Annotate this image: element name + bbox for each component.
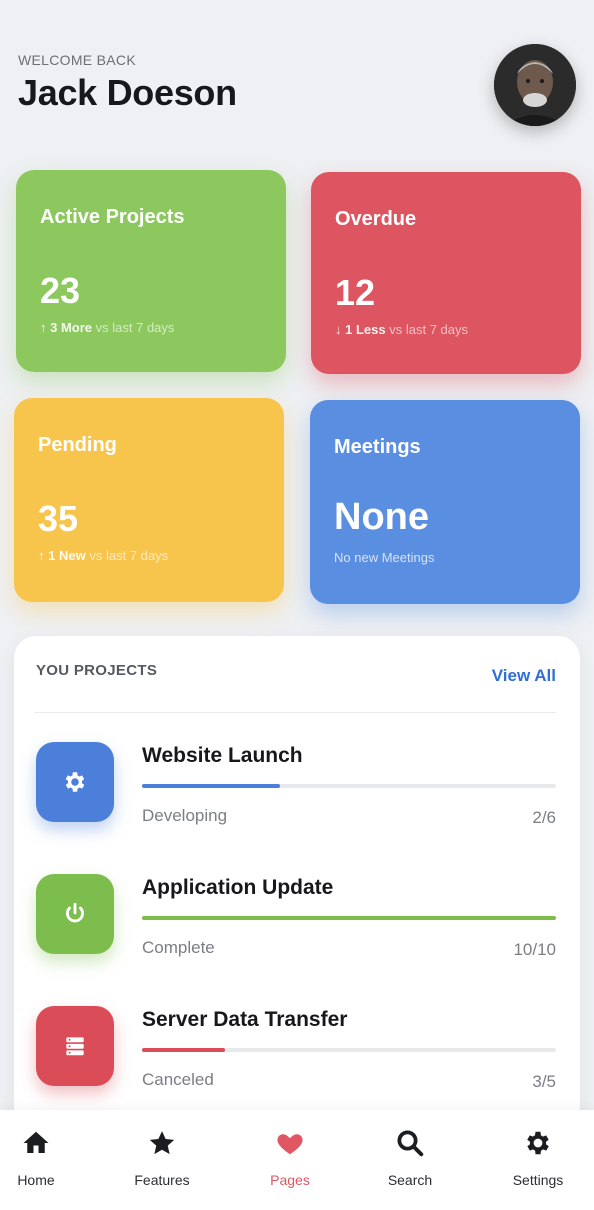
progress-track [142, 784, 556, 788]
projects-title: YOU PROJECTS [36, 662, 158, 679]
stat-suffix: vs last 7 days [389, 322, 468, 337]
welcome-label: WELCOME BACK [18, 52, 136, 68]
stat-note: No new Meetings [334, 550, 435, 565]
nav-label: Search [387, 1172, 433, 1188]
avatar[interactable] [494, 44, 576, 126]
project-count: 3/5 [532, 1072, 556, 1091]
project-item-application-update[interactable]: Application Update Complete 10/10 [36, 874, 556, 984]
search-icon [397, 1130, 424, 1157]
stat-title: Overdue [335, 208, 417, 230]
bottom-nav: Home Features Pages Search Settings [0, 1110, 594, 1210]
power-icon [66, 902, 84, 923]
stat-suffix: vs last 7 days [89, 548, 169, 563]
nav-item-home[interactable]: Home [0, 1128, 86, 1188]
stat-delta: 1 New [48, 548, 86, 563]
header: WELCOME BACK Jack Doeson [18, 44, 576, 132]
stat-delta: 1 Less [345, 322, 386, 337]
server-icon [66, 1037, 84, 1056]
user-name: Jack Doeson [18, 72, 237, 113]
project-status: Canceled [142, 1070, 214, 1089]
stat-value: 12 [335, 272, 376, 313]
progress-fill [142, 916, 556, 920]
gear-icon [65, 772, 85, 792]
project-status: Developing [142, 806, 228, 825]
nav-item-features[interactable]: Features [112, 1128, 212, 1188]
stat-value: 23 [40, 270, 81, 311]
nav-item-settings[interactable]: Settings [488, 1128, 588, 1188]
gear-icon [527, 1131, 549, 1155]
home-icon [23, 1131, 49, 1153]
project-item-website-launch[interactable]: Website Launch Developing 2/6 [36, 742, 556, 852]
nav-item-search[interactable]: Search [360, 1128, 460, 1188]
stat-trend: ↑ 3 More vs last 7 days [40, 320, 174, 335]
heart-icon [277, 1134, 303, 1155]
avatar-image [494, 44, 576, 126]
progress-fill [142, 784, 280, 788]
nav-label: Home [17, 1172, 55, 1188]
stat-card-meetings[interactable]: Meetings None No new Meetings [310, 400, 580, 604]
project-icon-tile [36, 742, 114, 822]
nav-label: Features [134, 1172, 190, 1188]
stat-trend: ↓ 1 Less vs last 7 days [335, 322, 468, 337]
stat-suffix: vs last 7 days [95, 320, 175, 335]
stat-title: Meetings [334, 436, 421, 458]
project-item-server-data-transfer[interactable]: Server Data Transfer Canceled 3/5 [36, 1006, 556, 1116]
project-icon-tile [36, 1006, 114, 1086]
arrow-up-icon: ↑ [38, 548, 45, 563]
stat-title: Active Projects [40, 206, 185, 228]
project-name: Server Data Transfer [142, 1008, 348, 1031]
stat-value: None [334, 496, 429, 538]
nav-item-pages[interactable]: Pages [240, 1128, 340, 1188]
nav-label: Settings [512, 1172, 564, 1188]
project-count: 2/6 [532, 808, 556, 827]
stat-card-overdue[interactable]: Overdue 12 ↓ 1 Less vs last 7 days [311, 172, 581, 374]
progress-track [142, 1048, 556, 1052]
projects-panel: YOU PROJECTS View All Website Launch Dev… [14, 636, 580, 1156]
divider [34, 712, 556, 713]
project-name: Website Launch [142, 744, 303, 767]
stat-trend: ↑ 1 New vs last 7 days [38, 548, 168, 563]
project-count: 10/10 [513, 940, 556, 959]
arrow-up-icon: ↑ [40, 320, 47, 335]
project-name: Application Update [142, 876, 334, 899]
nav-label: Pages [270, 1172, 310, 1188]
dashboard-page: WELCOME BACK Jack Doeson Active Projects… [0, 0, 594, 1210]
stat-value: 35 [38, 498, 79, 539]
stat-delta: 3 More [50, 320, 93, 335]
project-icon-tile [36, 874, 114, 954]
stat-card-pending[interactable]: Pending 35 ↑ 1 New vs last 7 days [14, 398, 284, 602]
stat-title: Pending [38, 434, 117, 456]
project-status: Complete [142, 938, 215, 957]
progress-track [142, 916, 556, 920]
star-icon [149, 1131, 175, 1155]
stat-card-active-projects[interactable]: Active Projects 23 ↑ 3 More vs last 7 da… [16, 170, 286, 372]
view-all-link[interactable]: View All [492, 666, 556, 686]
arrow-down-icon: ↓ [335, 322, 342, 337]
progress-fill [142, 1048, 225, 1052]
